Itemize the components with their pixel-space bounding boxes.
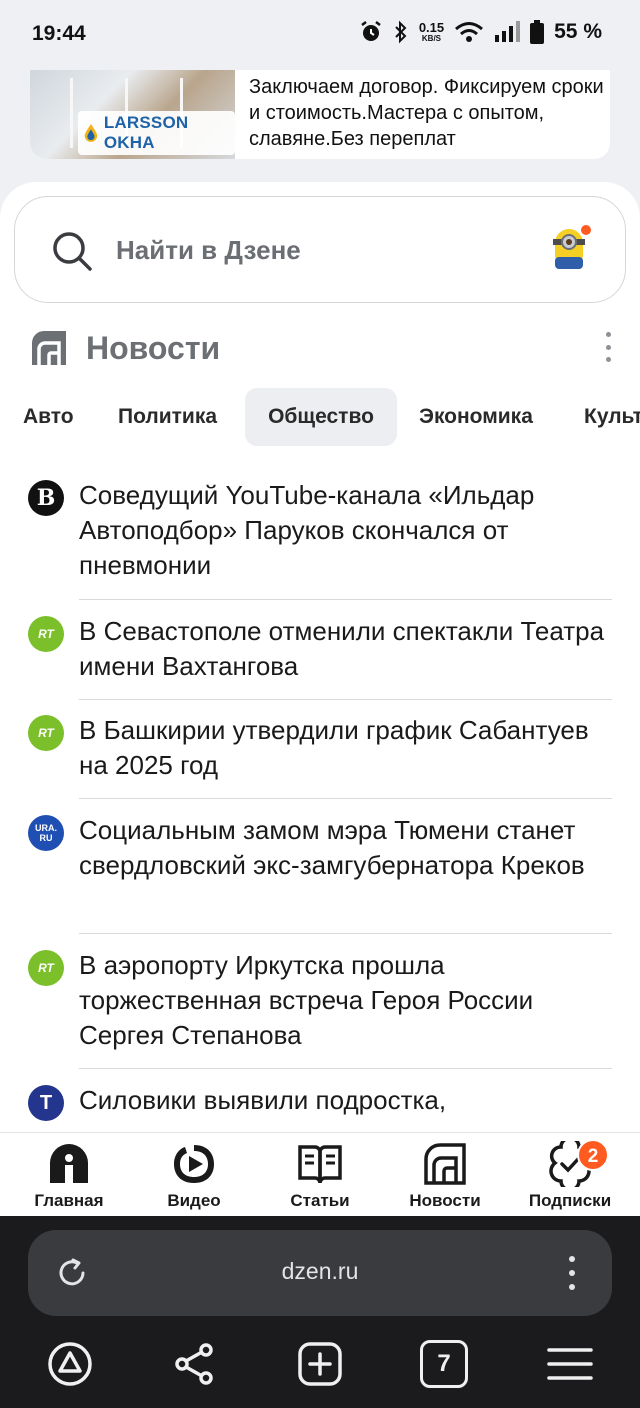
- divider: [79, 798, 612, 799]
- news-headline[interactable]: Силовики выявили подростка,: [79, 1083, 609, 1118]
- share-icon[interactable]: [170, 1340, 218, 1388]
- nav-home[interactable]: Главная: [14, 1141, 124, 1215]
- alice-icon[interactable]: [46, 1340, 94, 1388]
- signal-icon: [495, 21, 521, 42]
- network-speed: 0.15 KB/S: [418, 20, 445, 43]
- browser-toolbar: dzen.ru 7: [0, 1216, 640, 1408]
- news-tabs: Авто Политика Общество Экономика Культур…: [0, 388, 640, 446]
- more-options-icon[interactable]: [604, 332, 612, 362]
- bluetooth-icon: [395, 20, 407, 44]
- battery-level: 55 %: [554, 20, 602, 43]
- tab-society[interactable]: Общество: [245, 388, 397, 446]
- ad-brand-logo: LARSSON OKHA: [78, 111, 235, 155]
- news-headline[interactable]: Соведущий YouTube-канала «Ильдар Автопод…: [79, 478, 609, 583]
- browser-menu-icon[interactable]: [568, 1256, 576, 1290]
- source-t-icon: T: [28, 1085, 64, 1121]
- battery-icon: [530, 20, 545, 44]
- divider: [79, 699, 612, 700]
- tabs-counter[interactable]: 7: [420, 1340, 468, 1388]
- tab-auto[interactable]: Авто: [23, 388, 74, 446]
- news-headline[interactable]: В Севастополе отменили спектакли Театра …: [79, 614, 609, 684]
- home-icon: [50, 1144, 88, 1183]
- search-icon: [53, 232, 92, 271]
- news-icon: [424, 1143, 466, 1185]
- tab-politics[interactable]: Политика: [118, 388, 217, 446]
- news-headline[interactable]: В аэропорту Иркутска прошла торжественна…: [79, 948, 609, 1053]
- divider: [79, 1068, 612, 1069]
- url-text[interactable]: dzen.ru: [28, 1258, 612, 1285]
- nav-articles[interactable]: Статьи: [265, 1141, 375, 1215]
- nav-video[interactable]: Видео: [139, 1141, 249, 1215]
- subscriptions-badge: 2: [577, 1139, 609, 1171]
- status-time: 19:44: [32, 22, 86, 45]
- divider: [79, 599, 612, 600]
- source-rt-icon: RT: [28, 616, 64, 652]
- search-bar[interactable]: Найти в Дзене: [14, 196, 626, 303]
- status-bar: 19:44 0.15 KB/S 55 %: [0, 0, 640, 70]
- news-title: Новости: [86, 329, 221, 366]
- search-input[interactable]: Найти в Дзене: [116, 235, 301, 266]
- drop-icon: [84, 124, 98, 142]
- play-icon: [174, 1145, 214, 1183]
- divider: [79, 933, 612, 934]
- source-rt-icon: RT: [28, 950, 64, 986]
- bottom-navigation: Главная Видео Статьи Новости Подписки 2: [0, 1132, 640, 1216]
- ad-brand-name: LARSSON OKHA: [103, 113, 189, 152]
- new-tab-icon[interactable]: [296, 1340, 344, 1388]
- source-ura-icon: URA. RU: [28, 815, 64, 851]
- source-rt-icon: RT: [28, 715, 64, 751]
- ad-image: LARSSON OKHA: [30, 70, 235, 159]
- notification-dot: [579, 223, 593, 237]
- nav-news[interactable]: Новости: [390, 1141, 500, 1215]
- ad-banner[interactable]: LARSSON OKHA Заключаем договор. Фиксируе…: [30, 70, 610, 159]
- alarm-icon: [361, 21, 381, 41]
- ad-text: Заключаем договор. Фиксируем сроки и сто…: [249, 76, 604, 150]
- news-item[interactable]: T Силовики выявили подростка,: [0, 1083, 640, 1132]
- news-headline[interactable]: В Башкирии утвердили график Сабантуев на…: [79, 713, 609, 783]
- book-icon: [298, 1145, 342, 1184]
- tab-culture[interactable]: Культура: [584, 388, 640, 446]
- news-header[interactable]: Новости: [30, 326, 220, 370]
- wifi-icon: [455, 22, 484, 42]
- tab-economy[interactable]: Экономика: [419, 388, 533, 446]
- news-logo-icon: [32, 331, 66, 365]
- browser-tools: 7: [0, 1340, 640, 1392]
- hamburger-menu-icon[interactable]: [546, 1340, 594, 1388]
- news-headline[interactable]: Социальным замом мэра Тюмени станет свер…: [79, 813, 609, 883]
- address-bar[interactable]: dzen.ru: [28, 1230, 612, 1316]
- nav-subscriptions[interactable]: Подписки 2: [515, 1139, 625, 1215]
- source-bell-icon: B: [28, 480, 64, 516]
- main-sheet: Найти в Дзене Новости Авто Политика Обще…: [0, 182, 640, 1232]
- status-icons: 0.15 KB/S 55 %: [359, 20, 602, 44]
